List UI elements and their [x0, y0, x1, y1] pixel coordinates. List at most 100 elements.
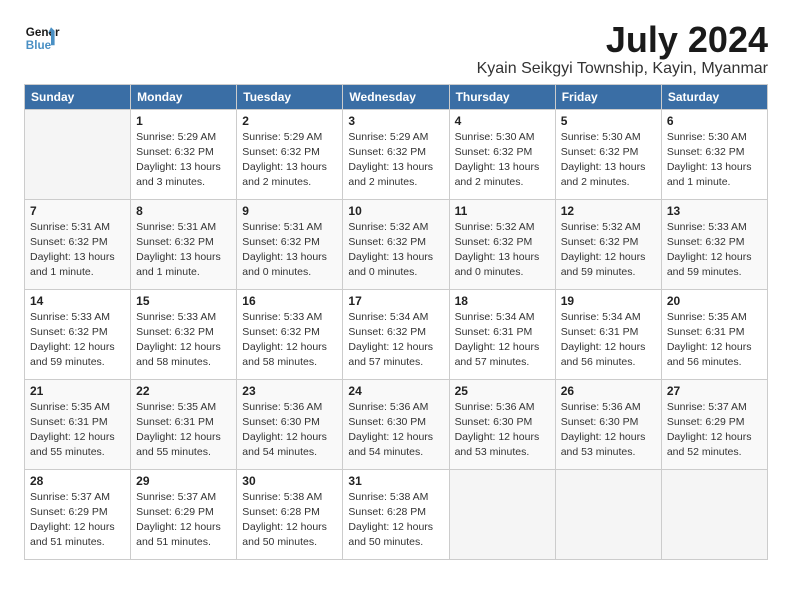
day-info: Sunrise: 5:37 AM Sunset: 6:29 PM Dayligh…	[136, 490, 231, 551]
day-number: 14	[30, 294, 125, 308]
day-info: Sunrise: 5:33 AM Sunset: 6:32 PM Dayligh…	[667, 220, 762, 281]
day-number: 20	[667, 294, 762, 308]
calendar-cell: 25Sunrise: 5:36 AM Sunset: 6:30 PM Dayli…	[449, 379, 555, 469]
svg-text:Blue: Blue	[26, 39, 52, 52]
calendar-cell: 31 Sunrise: 5:38 AM Sunset: 6:28 PM Dayli…	[343, 469, 449, 559]
day-info: Sunrise: 5:34 AM Sunset: 6:31 PM Dayligh…	[561, 310, 656, 371]
day-info: Sunrise: 5:38 AM Sunset: 6:28 PM Dayligh…	[348, 490, 443, 551]
day-info: Sunrise: 5:34 AM Sunset: 6:32 PM Dayligh…	[348, 310, 443, 371]
calendar-cell	[25, 109, 131, 199]
day-number: 15	[136, 294, 231, 308]
month-title: July 2024	[477, 20, 768, 60]
day-info: Sunrise: 5:31 AM Sunset: 6:32 PM Dayligh…	[242, 220, 337, 281]
day-number: 19	[561, 294, 656, 308]
day-number: 29	[136, 474, 231, 488]
calendar-cell: 23 Sunrise: 5:36 AM Sunset: 6:30 PM Dayli…	[237, 379, 343, 469]
calendar-cell: 14Sunrise: 5:33 AM Sunset: 6:32 PM Dayli…	[25, 289, 131, 379]
calendar-cell: 19 Sunrise: 5:34 AM Sunset: 6:31 PM Dayli…	[555, 289, 661, 379]
day-info: Sunrise: 5:35 AM Sunset: 6:31 PM Dayligh…	[30, 400, 125, 461]
day-info: Sunrise: 5:33 AM Sunset: 6:32 PM Dayligh…	[242, 310, 337, 371]
weekday-header-sunday: Sunday	[25, 84, 131, 109]
day-number: 31	[348, 474, 443, 488]
calendar-cell: 11 Sunrise: 5:32 AM Sunset: 6:32 PM Dayli…	[449, 199, 555, 289]
day-info: Sunrise: 5:37 AM Sunset: 6:29 PM Dayligh…	[667, 400, 762, 461]
calendar-cell: 18 Sunrise: 5:34 AM Sunset: 6:31 PM Dayli…	[449, 289, 555, 379]
calendar-cell: 4 Sunrise: 5:30 AM Sunset: 6:32 PM Daylig…	[449, 109, 555, 199]
calendar-cell: 9 Sunrise: 5:31 AM Sunset: 6:32 PM Daylig…	[237, 199, 343, 289]
day-number: 26	[561, 384, 656, 398]
day-number: 18	[455, 294, 550, 308]
day-info: Sunrise: 5:35 AM Sunset: 6:31 PM Dayligh…	[667, 310, 762, 371]
day-number: 30	[242, 474, 337, 488]
weekday-header-tuesday: Tuesday	[237, 84, 343, 109]
day-info: Sunrise: 5:30 AM Sunset: 6:32 PM Dayligh…	[667, 130, 762, 191]
day-number: 3	[348, 114, 443, 128]
calendar-cell: 21 Sunrise: 5:35 AM Sunset: 6:31 PM Dayli…	[25, 379, 131, 469]
calendar-cell: 5 Sunrise: 5:30 AM Sunset: 6:32 PM Daylig…	[555, 109, 661, 199]
calendar-cell: 10 Sunrise: 5:32 AM Sunset: 6:32 PM Dayli…	[343, 199, 449, 289]
day-info: Sunrise: 5:29 AM Sunset: 6:32 PM Dayligh…	[348, 130, 443, 191]
day-info: Sunrise: 5:33 AM Sunset: 6:32 PM Dayligh…	[136, 310, 231, 371]
calendar-cell: 28Sunrise: 5:37 AM Sunset: 6:29 PM Dayli…	[25, 469, 131, 559]
weekday-header-monday: Monday	[131, 84, 237, 109]
page-header: General Blue July 2024 Kyain Seikgyi Tow…	[24, 20, 768, 78]
day-info: Sunrise: 5:32 AM Sunset: 6:32 PM Dayligh…	[348, 220, 443, 281]
day-number: 10	[348, 204, 443, 218]
day-number: 8	[136, 204, 231, 218]
calendar-table: SundayMondayTuesdayWednesdayThursdayFrid…	[24, 84, 768, 560]
calendar-cell: 16 Sunrise: 5:33 AM Sunset: 6:32 PM Dayli…	[237, 289, 343, 379]
week-row-2: 7Sunrise: 5:31 AM Sunset: 6:32 PM Daylig…	[25, 199, 768, 289]
calendar-cell: 13 Sunrise: 5:33 AM Sunset: 6:32 PM Dayli…	[661, 199, 767, 289]
calendar-cell: 24 Sunrise: 5:36 AM Sunset: 6:30 PM Dayli…	[343, 379, 449, 469]
calendar-cell: 26 Sunrise: 5:36 AM Sunset: 6:30 PM Dayli…	[555, 379, 661, 469]
calendar-cell: 1Sunrise: 5:29 AM Sunset: 6:32 PM Daylig…	[131, 109, 237, 199]
day-number: 25	[455, 384, 550, 398]
day-info: Sunrise: 5:31 AM Sunset: 6:32 PM Dayligh…	[136, 220, 231, 281]
day-number: 13	[667, 204, 762, 218]
calendar-cell: 2 Sunrise: 5:29 AM Sunset: 6:32 PM Daylig…	[237, 109, 343, 199]
day-number: 27	[667, 384, 762, 398]
calendar-cell: 22 Sunrise: 5:35 AM Sunset: 6:31 PM Dayli…	[131, 379, 237, 469]
calendar-cell	[555, 469, 661, 559]
day-info: Sunrise: 5:38 AM Sunset: 6:28 PM Dayligh…	[242, 490, 337, 551]
logo-icon: General Blue	[24, 20, 60, 56]
day-number: 9	[242, 204, 337, 218]
calendar-cell	[661, 469, 767, 559]
calendar-cell: 27 Sunrise: 5:37 AM Sunset: 6:29 PM Dayli…	[661, 379, 767, 469]
title-block: July 2024 Kyain Seikgyi Township, Kayin,…	[477, 20, 768, 78]
day-info: Sunrise: 5:36 AM Sunset: 6:30 PM Dayligh…	[561, 400, 656, 461]
day-number: 4	[455, 114, 550, 128]
day-info: Sunrise: 5:29 AM Sunset: 6:32 PM Dayligh…	[242, 130, 337, 191]
day-info: Sunrise: 5:30 AM Sunset: 6:32 PM Dayligh…	[561, 130, 656, 191]
calendar-cell: 7Sunrise: 5:31 AM Sunset: 6:32 PM Daylig…	[25, 199, 131, 289]
calendar-cell	[449, 469, 555, 559]
day-number: 5	[561, 114, 656, 128]
weekday-header-saturday: Saturday	[661, 84, 767, 109]
day-info: Sunrise: 5:32 AM Sunset: 6:32 PM Dayligh…	[561, 220, 656, 281]
day-number: 11	[455, 204, 550, 218]
calendar-cell: 29 Sunrise: 5:37 AM Sunset: 6:29 PM Dayli…	[131, 469, 237, 559]
day-number: 6	[667, 114, 762, 128]
day-info: Sunrise: 5:36 AM Sunset: 6:30 PM Dayligh…	[348, 400, 443, 461]
day-number: 21	[30, 384, 125, 398]
day-info: Sunrise: 5:30 AM Sunset: 6:32 PM Dayligh…	[455, 130, 550, 191]
calendar-cell: 3 Sunrise: 5:29 AM Sunset: 6:32 PM Daylig…	[343, 109, 449, 199]
week-row-1: 1Sunrise: 5:29 AM Sunset: 6:32 PM Daylig…	[25, 109, 768, 199]
day-info: Sunrise: 5:29 AM Sunset: 6:32 PM Dayligh…	[136, 130, 231, 191]
day-number: 22	[136, 384, 231, 398]
location-title: Kyain Seikgyi Township, Kayin, Myanmar	[477, 60, 768, 78]
logo: General Blue	[24, 20, 60, 56]
calendar-cell: 12Sunrise: 5:32 AM Sunset: 6:32 PM Dayli…	[555, 199, 661, 289]
day-number: 23	[242, 384, 337, 398]
day-info: Sunrise: 5:37 AM Sunset: 6:29 PM Dayligh…	[30, 490, 125, 551]
day-info: Sunrise: 5:32 AM Sunset: 6:32 PM Dayligh…	[455, 220, 550, 281]
calendar-cell: 6 Sunrise: 5:30 AM Sunset: 6:32 PM Daylig…	[661, 109, 767, 199]
day-number: 24	[348, 384, 443, 398]
day-number: 2	[242, 114, 337, 128]
calendar-cell: 8 Sunrise: 5:31 AM Sunset: 6:32 PM Daylig…	[131, 199, 237, 289]
day-info: Sunrise: 5:36 AM Sunset: 6:30 PM Dayligh…	[242, 400, 337, 461]
day-info: Sunrise: 5:35 AM Sunset: 6:31 PM Dayligh…	[136, 400, 231, 461]
day-number: 16	[242, 294, 337, 308]
week-row-4: 21 Sunrise: 5:35 AM Sunset: 6:31 PM Dayli…	[25, 379, 768, 469]
day-info: Sunrise: 5:34 AM Sunset: 6:31 PM Dayligh…	[455, 310, 550, 371]
